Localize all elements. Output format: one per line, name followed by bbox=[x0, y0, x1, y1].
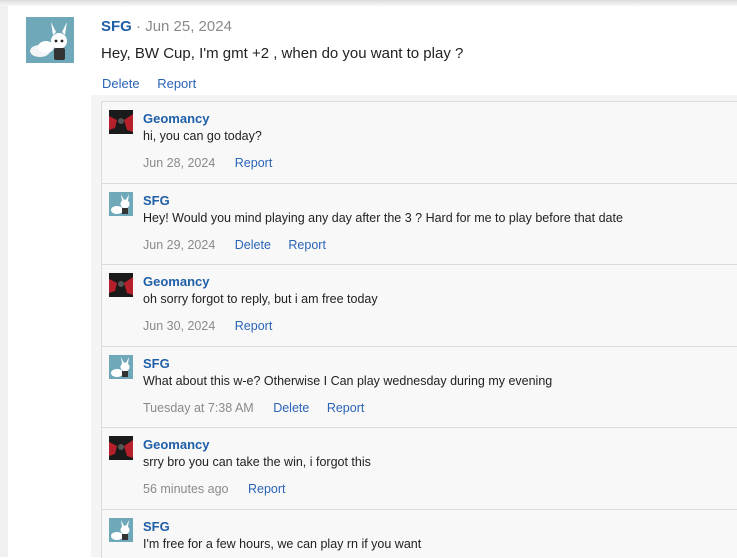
reply-meta: Jun 29, 2024 Delete Report bbox=[143, 238, 340, 252]
post-date[interactable]: Jun 25, 2024 bbox=[145, 18, 232, 35]
sfg-avatar[interactable] bbox=[26, 17, 74, 63]
reply-message: I'm free for a few hours, we can play rn… bbox=[143, 537, 422, 551]
reply-date[interactable]: Jun 29, 2024 bbox=[143, 238, 215, 252]
reply-date[interactable]: Jun 30, 2024 bbox=[143, 319, 215, 333]
report-button[interactable]: Report bbox=[248, 482, 286, 496]
delete-button[interactable]: Delete bbox=[273, 401, 309, 415]
reply-author[interactable]: Geomancy bbox=[143, 437, 209, 452]
delete-post-button[interactable]: Delete bbox=[102, 76, 140, 91]
reply-meta: Jun 30, 2024 Report bbox=[143, 319, 286, 333]
reply-message: srry bro you can take the win, i forgot … bbox=[143, 455, 371, 469]
header-separator: · bbox=[136, 18, 142, 35]
report-button[interactable]: Report bbox=[235, 319, 273, 333]
reply-meta: 56 minutes ago Report bbox=[143, 482, 300, 496]
reply-author[interactable]: SFG bbox=[143, 193, 170, 208]
top-shadow bbox=[0, 0, 737, 6]
reply-message: What about this w-e? Otherwise I Can pla… bbox=[143, 374, 553, 388]
reply-author[interactable]: SFG bbox=[143, 519, 170, 534]
reply-item: SFG Hey! Would you mind playing any day … bbox=[101, 183, 737, 265]
reply-author[interactable]: SFG bbox=[143, 356, 170, 371]
post-author[interactable]: SFG bbox=[101, 18, 132, 35]
reply-item: Geomancy srry bro you can take the win, … bbox=[101, 427, 737, 509]
reply-meta: Jun 28, 2024 Report bbox=[143, 156, 286, 170]
reply-date[interactable]: Tuesday at 7:38 AM bbox=[143, 401, 254, 415]
report-post-button[interactable]: Report bbox=[157, 76, 196, 91]
left-rail bbox=[0, 6, 8, 557]
report-button[interactable]: Report bbox=[235, 156, 273, 170]
geomancy-avatar[interactable] bbox=[109, 436, 133, 460]
post-header: SFG · Jun 25, 2024 bbox=[101, 18, 232, 35]
geomancy-avatar[interactable] bbox=[109, 110, 133, 134]
reply-message: hi, you can go today? bbox=[143, 129, 262, 143]
report-button[interactable]: Report bbox=[327, 401, 365, 415]
sfg-avatar[interactable] bbox=[109, 355, 133, 379]
geomancy-avatar[interactable] bbox=[109, 273, 133, 297]
delete-button[interactable]: Delete bbox=[235, 238, 271, 252]
reply-meta: Tuesday at 7:38 AM Delete Report bbox=[143, 401, 378, 415]
post-message: Hey, BW Cup, I'm gmt +2 , when do you wa… bbox=[101, 45, 464, 62]
reply-author[interactable]: Geomancy bbox=[143, 111, 209, 126]
reply-thread: Geomancy hi, you can go today? Jun 28, 2… bbox=[91, 95, 737, 558]
reply-author[interactable]: Geomancy bbox=[143, 274, 209, 289]
sfg-avatar[interactable] bbox=[109, 518, 133, 542]
sfg-avatar[interactable] bbox=[109, 192, 133, 216]
reply-message: oh sorry forgot to reply, but i am free … bbox=[143, 292, 378, 306]
post-actions: Delete Report bbox=[102, 76, 210, 91]
report-button[interactable]: Report bbox=[288, 238, 326, 252]
reply-item: SFG What about this w-e? Otherwise I Can… bbox=[101, 346, 737, 428]
reply-message: Hey! Would you mind playing any day afte… bbox=[143, 211, 623, 225]
reply-date[interactable]: 56 minutes ago bbox=[143, 482, 228, 496]
reply-item: SFG I'm free for a few hours, we can pla… bbox=[101, 509, 737, 558]
reply-item: Geomancy oh sorry forgot to reply, but i… bbox=[101, 264, 737, 346]
reply-item: Geomancy hi, you can go today? Jun 28, 2… bbox=[101, 101, 737, 183]
reply-date[interactable]: Jun 28, 2024 bbox=[143, 156, 215, 170]
